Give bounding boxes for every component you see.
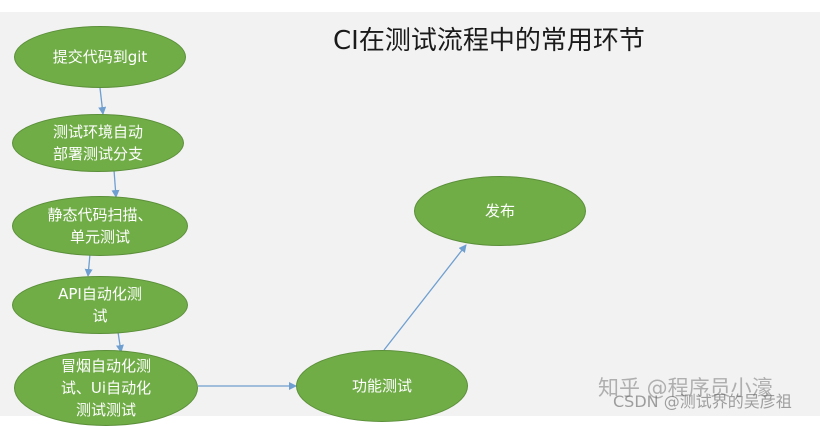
node-release: 发布 — [414, 176, 586, 246]
node-smoke-ui-test-label: 冒烟自动化测 试、Ui自动化 测试测试 — [60, 357, 152, 419]
node-api-test-label: API自动化测 试 — [58, 285, 142, 325]
node-deploy: 测试环境自动 部署测试分支 — [12, 114, 184, 172]
node-commit: 提交代码到git — [14, 26, 186, 88]
csdn-watermark: CSDN @测试界的吴彦祖 — [613, 392, 792, 411]
node-smoke-ui-test: 冒烟自动化测 试、Ui自动化 测试测试 — [14, 350, 198, 426]
arrow-static-to-api — [84, 253, 93, 277]
node-functional-test-label: 功能测试 — [351, 377, 412, 395]
arrow-functional-to-release — [383, 244, 467, 351]
node-api-test: API自动化测 试 — [12, 276, 188, 334]
node-static-scan-label: 静态代码扫描、 单元测试 — [47, 206, 153, 246]
arrow-api-to-smoke — [116, 331, 124, 353]
node-static-scan: 静态代码扫描、 单元测试 — [12, 196, 188, 256]
node-commit-label: 提交代码到git — [52, 48, 148, 66]
arrow-commit-to-deploy — [98, 87, 107, 115]
node-deploy-label: 测试环境自动 部署测试分支 — [52, 123, 143, 163]
node-functional-test: 功能测试 — [296, 350, 468, 422]
arrow-deploy-to-static — [111, 169, 120, 198]
node-release-label: 发布 — [484, 202, 515, 220]
